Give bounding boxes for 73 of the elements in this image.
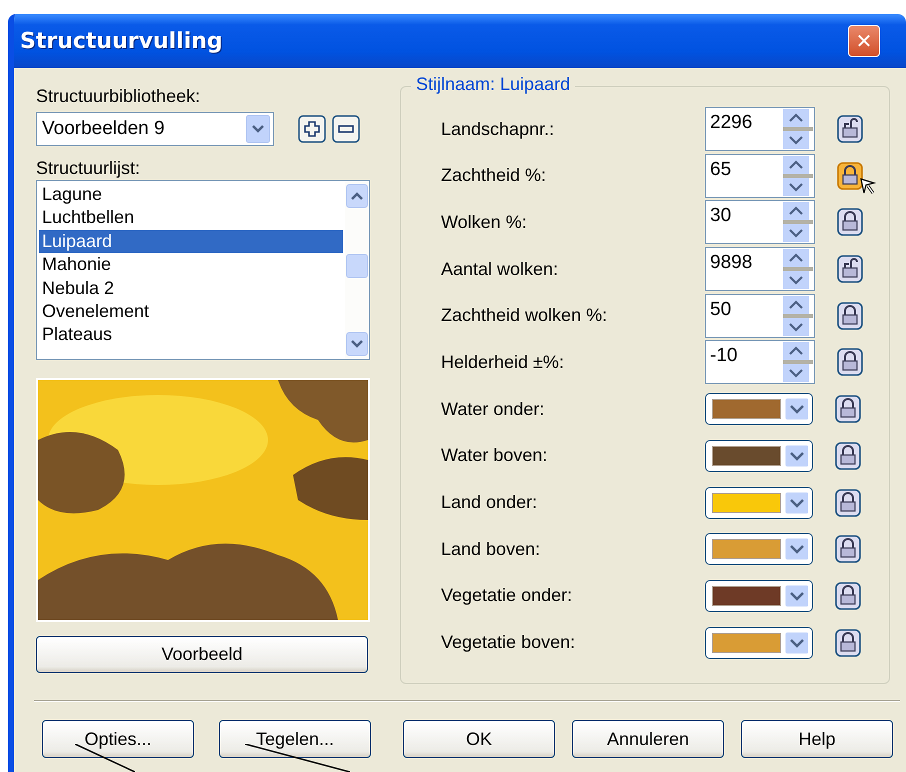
field-label: Water onder: <box>441 398 546 420</box>
list-item[interactable]: Ovenelement <box>39 300 343 324</box>
field-label: Helderheid ±%: <box>441 352 565 373</box>
padlock-closed-icon[interactable] <box>837 302 863 330</box>
remove-icon[interactable] <box>332 115 360 143</box>
list-item[interactable]: Plateaus <box>39 323 343 347</box>
group-title: Stijlnaam: Luipaard <box>411 74 576 95</box>
dialog-button[interactable]: OK <box>403 720 555 758</box>
chevron-down-icon[interactable] <box>784 492 808 514</box>
number-field[interactable]: 2296 <box>705 107 815 151</box>
chevron-down-icon[interactable] <box>784 444 808 467</box>
padlock-closed-icon[interactable] <box>837 348 863 376</box>
number-field[interactable]: 30 <box>705 200 815 244</box>
preview-button[interactable]: Voorbeeld <box>36 636 368 673</box>
scrollbar[interactable] <box>345 181 369 359</box>
dialog-button[interactable]: Tegelen... <box>219 720 371 758</box>
color-dropdown[interactable] <box>705 580 813 612</box>
field-label: Vegetatie onder: <box>441 585 574 606</box>
padlock-closed-icon[interactable] <box>835 582 861 610</box>
padlock-open-icon[interactable] <box>837 255 863 284</box>
chevron-down-icon[interactable] <box>246 115 270 143</box>
add-icon[interactable] <box>298 115 326 143</box>
field-label: Aantal wolken: <box>441 258 560 280</box>
padlock-closed-icon[interactable] <box>835 535 861 564</box>
chevron-down-icon[interactable] <box>784 584 808 607</box>
chevron-down-icon[interactable] <box>784 632 808 654</box>
number-field[interactable]: 65 <box>705 154 815 198</box>
library-label: Structuurbibliotheek: <box>36 86 202 108</box>
spinner-icon[interactable] <box>783 156 813 196</box>
chevron-down-icon[interactable] <box>784 538 808 560</box>
list-item[interactable]: Luchtbellen <box>39 206 343 230</box>
field-label: Land boven: <box>441 538 542 560</box>
field-label: Land onder: <box>441 492 538 513</box>
list-label: Structuurlijst: <box>36 158 142 180</box>
list-item[interactable]: Nebula 2 <box>39 276 343 300</box>
padlock-closed-icon[interactable] <box>835 488 861 516</box>
spinner-icon[interactable] <box>783 109 813 149</box>
padlock-closed-icon[interactable] <box>835 395 861 424</box>
padlock-closed-icon[interactable] <box>835 442 861 470</box>
color-dropdown[interactable] <box>705 533 813 566</box>
spinner-icon[interactable] <box>783 202 813 242</box>
padlock-closed-icon[interactable] <box>837 162 863 190</box>
list-item[interactable]: Lagune <box>39 183 343 206</box>
number-field[interactable]: -10 <box>705 340 815 384</box>
field-label: Landschapnr.: <box>441 118 556 140</box>
field-label: Zachtheid %: <box>441 165 548 186</box>
color-dropdown[interactable] <box>705 393 813 426</box>
padlock-open-icon[interactable] <box>837 115 863 143</box>
list-item[interactable]: Luipaard <box>39 230 343 254</box>
list-item[interactable]: Mahonie <box>39 253 343 277</box>
number-field[interactable]: 9898 <box>705 247 815 292</box>
field-label: Water boven: <box>441 445 548 466</box>
spinner-icon[interactable] <box>783 342 813 382</box>
field-label: Wolken %: <box>441 212 528 233</box>
padlock-closed-icon[interactable] <box>835 628 861 657</box>
scroll-down-icon[interactable] <box>346 332 368 356</box>
library-dropdown[interactable]: Voorbeelden 9 <box>36 112 274 146</box>
spinner-icon[interactable] <box>783 249 813 290</box>
dialog-button[interactable]: Annuleren <box>572 720 724 758</box>
field-label: Zachtheid wolken %: <box>441 305 608 326</box>
chevron-down-icon[interactable] <box>784 398 808 420</box>
scroll-up-icon[interactable] <box>346 184 368 208</box>
scroll-thumb[interactable] <box>346 254 368 278</box>
dialog-button[interactable]: Help <box>741 720 893 758</box>
padlock-closed-icon[interactable] <box>837 208 863 236</box>
number-field[interactable]: 50 <box>705 294 815 338</box>
field-label: Vegetatie boven: <box>441 632 576 654</box>
color-dropdown[interactable] <box>705 626 813 659</box>
dialog-button[interactable]: Opties... <box>42 720 194 758</box>
color-dropdown[interactable] <box>705 486 813 518</box>
color-dropdown[interactable] <box>705 440 813 472</box>
spinner-icon[interactable] <box>783 296 813 336</box>
window-title: Structuurvulling <box>20 28 224 54</box>
